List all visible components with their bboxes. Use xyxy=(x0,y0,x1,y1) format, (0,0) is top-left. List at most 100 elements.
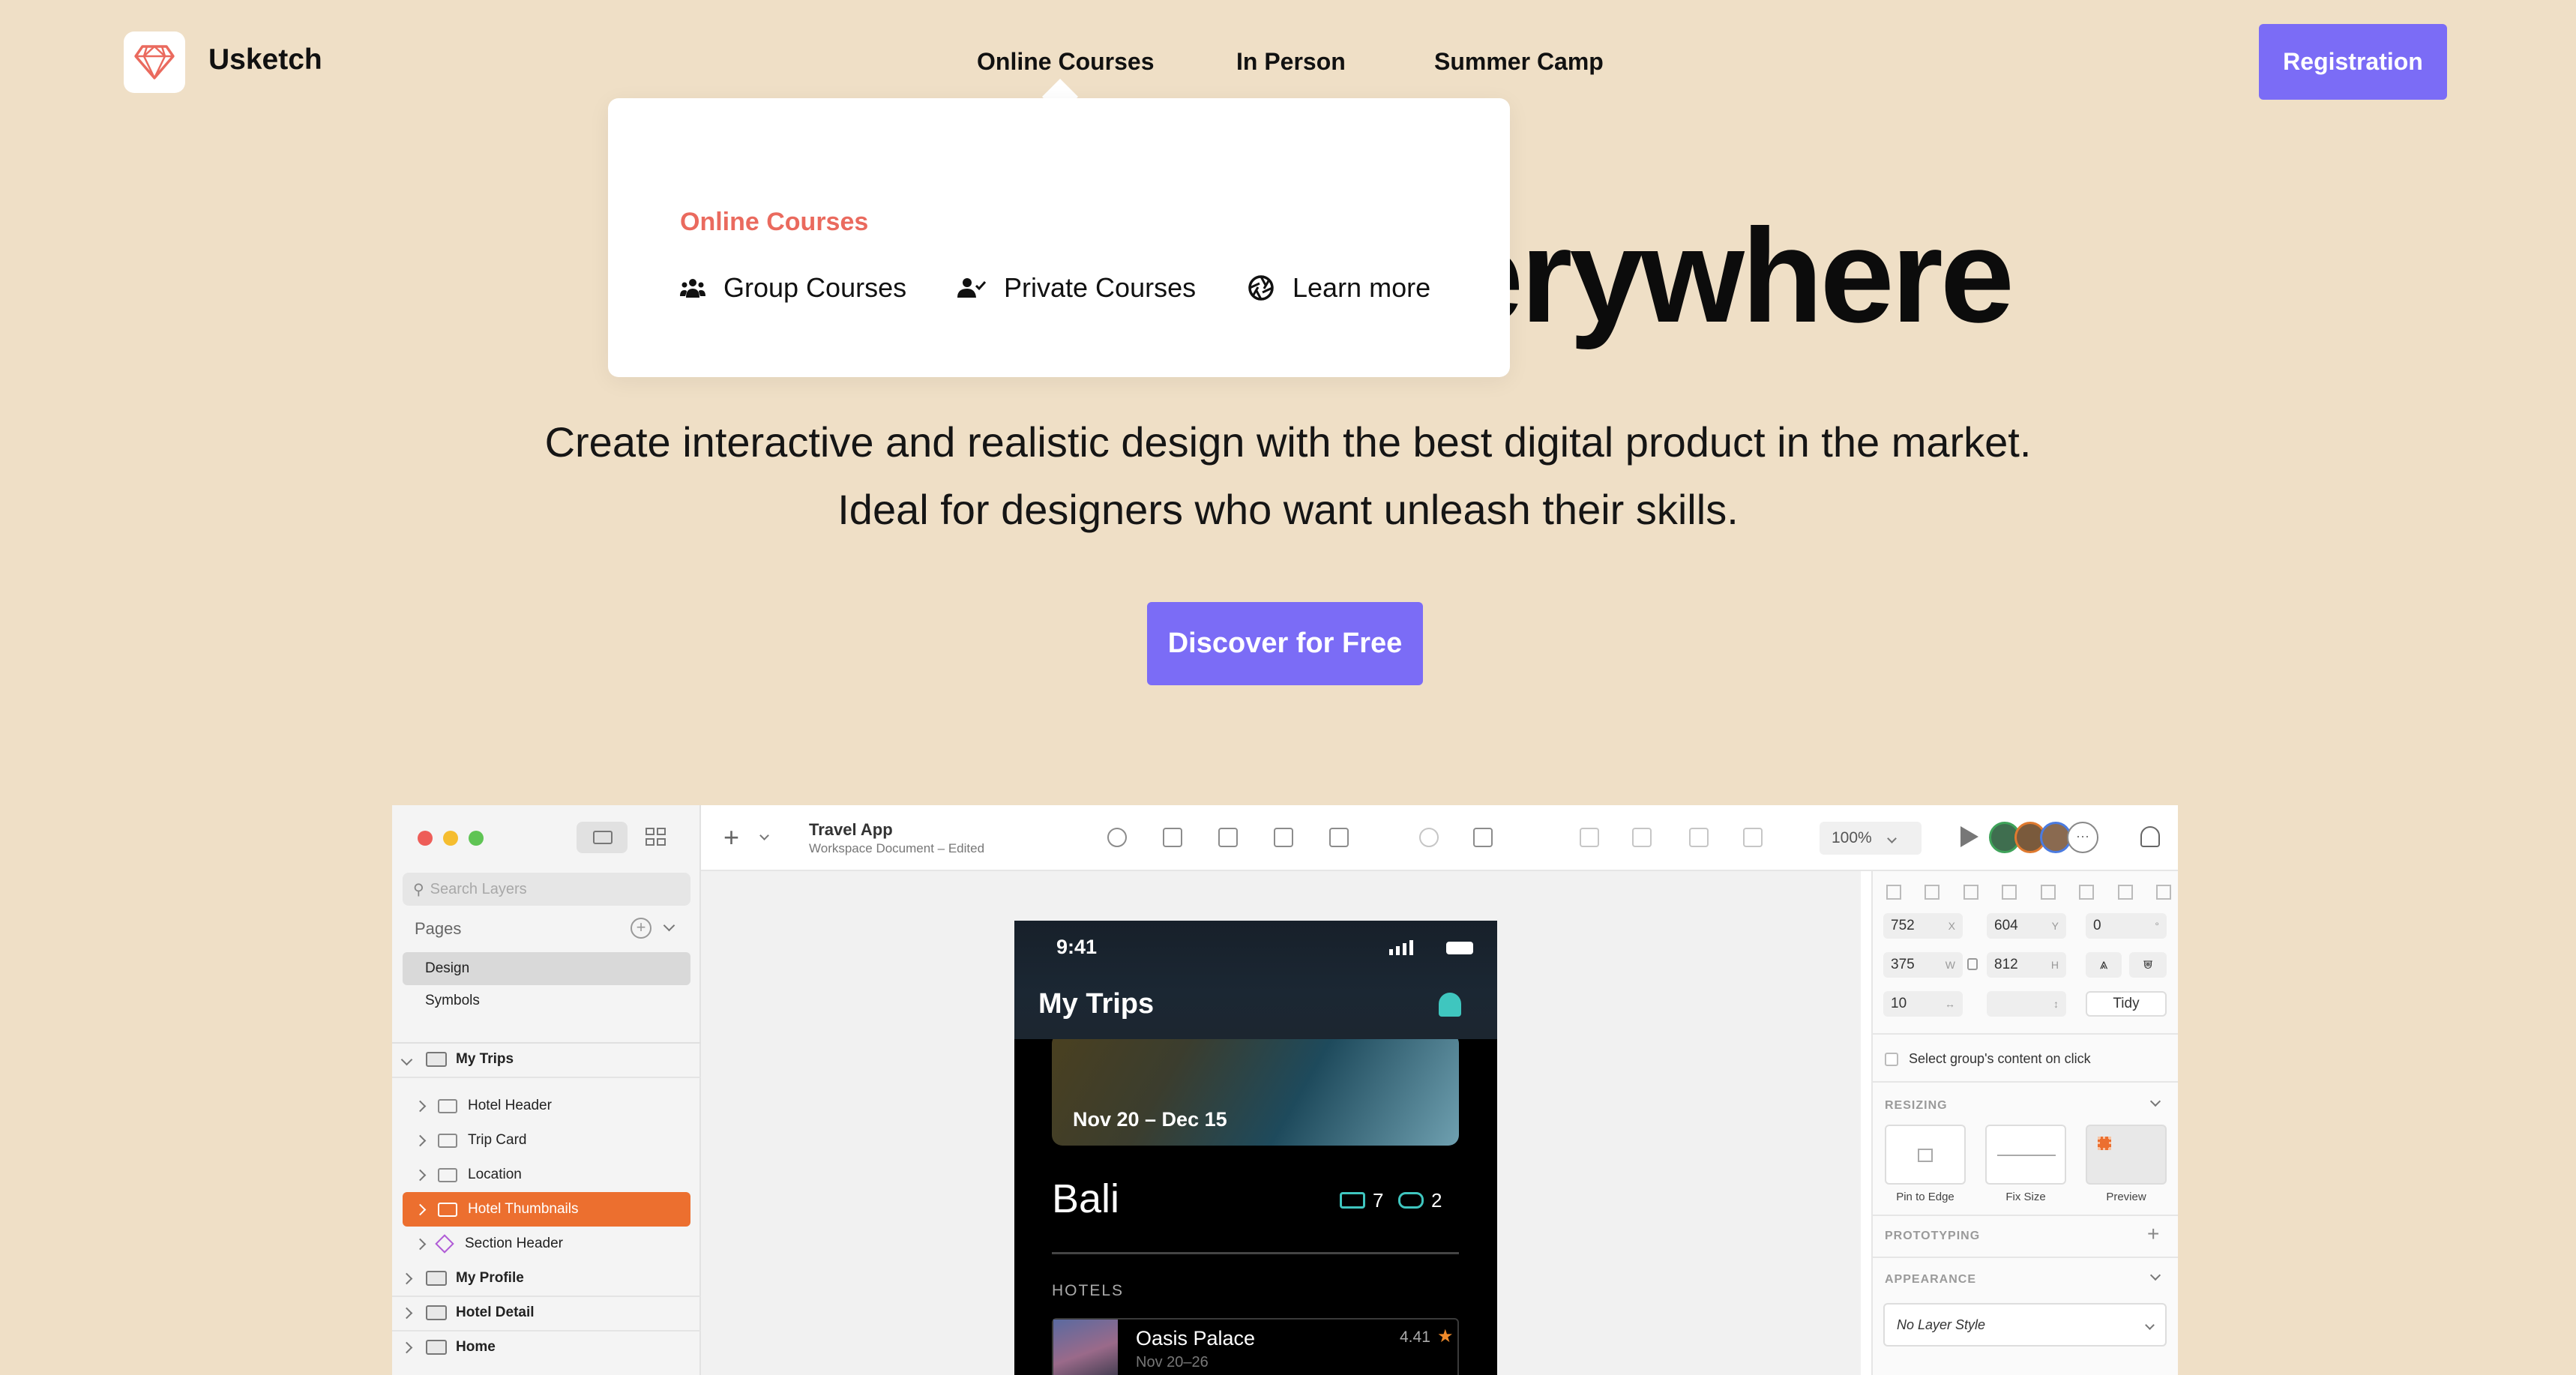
select-group-checkbox[interactable] xyxy=(1885,1053,1898,1066)
flip-horizontal-icon[interactable]: ⩓ xyxy=(2086,952,2122,978)
chevron-down-icon[interactable] xyxy=(759,831,769,840)
layer-style-select[interactable]: No Layer Style xyxy=(1883,1303,2167,1347)
star-icon: ★ xyxy=(1437,1326,1454,1347)
add-prototype-icon[interactable]: + xyxy=(2147,1222,2159,1246)
close-window-button[interactable] xyxy=(418,831,433,846)
dropdown-item-learn-more[interactable]: Learn more xyxy=(1248,272,1430,304)
flatten-icon[interactable] xyxy=(1419,828,1439,847)
inspector-panel: 752 X 604 Y 0 ° 375 W 812 H ⩓ ⩐ 10 ↔ ↕ Tidy Se… xyxy=(1871,871,2178,1375)
layer-my-trips[interactable]: My Trips xyxy=(392,1042,701,1077)
artboard-icon xyxy=(426,1340,447,1355)
bell-icon[interactable] xyxy=(2140,826,2160,847)
symbol-tool-icon[interactable] xyxy=(1107,828,1127,847)
layer-label: My Profile xyxy=(456,1270,524,1286)
pin-to-edge-option[interactable] xyxy=(1885,1125,1966,1185)
x-field[interactable]: 752 X xyxy=(1883,913,1963,939)
fix-size-option[interactable] xyxy=(1985,1125,2066,1185)
grid-view-icon[interactable] xyxy=(645,828,666,847)
width-field[interactable]: 375 W xyxy=(1883,952,1963,978)
phone-artboard[interactable]: 9:41 My Trips Nov 20 – Dec 15 Bali 7 2 H… xyxy=(1014,921,1497,1375)
page-design[interactable]: Design xyxy=(403,952,690,985)
y-field[interactable]: 604 Y xyxy=(1987,913,2066,939)
dropdown-item-label: Learn more xyxy=(1292,272,1431,303)
height-value: 812 xyxy=(1994,957,2018,972)
collaborators[interactable]: ··· xyxy=(1989,822,2098,853)
layer-home[interactable]: Home xyxy=(392,1330,701,1365)
minimize-window-button[interactable] xyxy=(443,831,458,846)
layer-trip-card[interactable]: Trip Card xyxy=(392,1123,701,1158)
appearance-label: APPEARANCE xyxy=(1885,1273,1977,1286)
layer-section-header[interactable]: Section Header xyxy=(392,1227,701,1261)
chevron-down-icon[interactable] xyxy=(2149,1095,2161,1107)
align-center-icon xyxy=(1925,885,1940,900)
folder-icon xyxy=(438,1202,457,1217)
y-label: Y xyxy=(2051,920,2059,932)
nav-summer-camp[interactable]: Summer Camp xyxy=(1434,48,1604,76)
intersect-icon[interactable] xyxy=(1689,828,1709,847)
scale-icon[interactable] xyxy=(1329,828,1349,847)
preview-option[interactable] xyxy=(2086,1125,2167,1185)
transform-icon[interactable] xyxy=(1473,828,1493,847)
brand-name[interactable]: Usketch xyxy=(208,43,322,76)
folder-icon xyxy=(438,1167,457,1182)
layer-my-profile[interactable]: My Profile xyxy=(392,1261,701,1296)
folder-icon xyxy=(438,1133,457,1148)
subtract-icon[interactable] xyxy=(1632,828,1652,847)
align-bottom-icon[interactable] xyxy=(1163,828,1182,847)
preview-icon xyxy=(2098,1137,2111,1150)
distribute-icon[interactable] xyxy=(1218,828,1238,847)
height-field[interactable]: 812 H xyxy=(1987,952,2066,978)
document-subtitle: Workspace Document – Edited xyxy=(809,841,985,855)
discover-free-button[interactable]: Discover for Free xyxy=(1147,602,1423,685)
distribute-h-icon xyxy=(2002,885,2017,900)
chevron-down-icon[interactable] xyxy=(663,919,675,932)
layer-hotel-header[interactable]: Hotel Header xyxy=(392,1089,701,1123)
spacing-field[interactable]: 10 ↔ xyxy=(1883,991,1963,1017)
mask-icon[interactable] xyxy=(1274,828,1293,847)
difference-icon[interactable] xyxy=(1743,828,1763,847)
tidy-button[interactable]: Tidy xyxy=(2086,991,2167,1017)
brand-logo[interactable] xyxy=(124,31,185,93)
play-icon[interactable] xyxy=(1960,826,1978,847)
alignment-tools[interactable] xyxy=(1886,885,2171,900)
zoom-value: 100% xyxy=(1832,829,1872,846)
layer-hotel-detail[interactable]: Hotel Detail xyxy=(392,1296,701,1330)
registration-button[interactable]: Registration xyxy=(2259,24,2447,100)
layer-label: Location xyxy=(468,1167,522,1182)
bell-icon xyxy=(1439,993,1461,1017)
nav-in-person[interactable]: In Person xyxy=(1236,48,1346,76)
more-icon: ··· xyxy=(2067,822,2098,853)
layer-hotel-thumbnails[interactable]: Hotel Thumbnails xyxy=(403,1192,690,1227)
chevron-down-icon[interactable] xyxy=(2149,1269,2161,1281)
divider xyxy=(392,1077,701,1078)
x-label: X xyxy=(1948,920,1955,932)
page-symbols[interactable]: Symbols xyxy=(425,993,480,1009)
sidebar-icon xyxy=(593,831,613,844)
dropdown-item-group-courses[interactable]: Group Courses xyxy=(680,272,906,304)
vertical-spacing-field[interactable]: ↕ xyxy=(1987,991,2066,1017)
hotel-thumbnail xyxy=(1053,1320,1118,1375)
union-icon[interactable] xyxy=(1580,828,1599,847)
hero-title-text: erywhere xyxy=(1449,201,2014,350)
dropdown-item-label: Group Courses xyxy=(723,272,907,303)
lock-icon[interactable] xyxy=(1967,958,1978,970)
status-signal-icon xyxy=(1389,940,1413,955)
dropdown-heading: Online Courses xyxy=(680,208,869,236)
rotation-field[interactable]: 0 ° xyxy=(2086,913,2167,939)
pages-label: Pages xyxy=(415,919,462,938)
hotel-card[interactable]: Oasis Palace Nov 20–26 4.41 ★ xyxy=(1052,1318,1459,1375)
search-layers-input[interactable]: ⚲ Search Layers xyxy=(403,873,690,906)
maximize-window-button[interactable] xyxy=(469,831,484,846)
add-page-icon[interactable]: + xyxy=(631,918,651,939)
layer-location[interactable]: Location xyxy=(392,1158,701,1192)
zoom-select[interactable]: 100% xyxy=(1820,822,1922,855)
insert-plus-icon[interactable]: + xyxy=(723,822,739,853)
layer-view-toggle[interactable] xyxy=(577,822,628,853)
select-group-label: Select group's content on click xyxy=(1909,1051,2091,1066)
dropdown-item-private-courses[interactable]: Private Courses xyxy=(957,272,1196,304)
nav-online-courses[interactable]: Online Courses xyxy=(977,48,1155,76)
chevron-right-icon xyxy=(414,1134,427,1146)
align-left-icon xyxy=(1886,885,1901,900)
resize-label: Pin to Edge xyxy=(1896,1191,1954,1203)
flip-vertical-icon[interactable]: ⩐ xyxy=(2129,952,2167,978)
